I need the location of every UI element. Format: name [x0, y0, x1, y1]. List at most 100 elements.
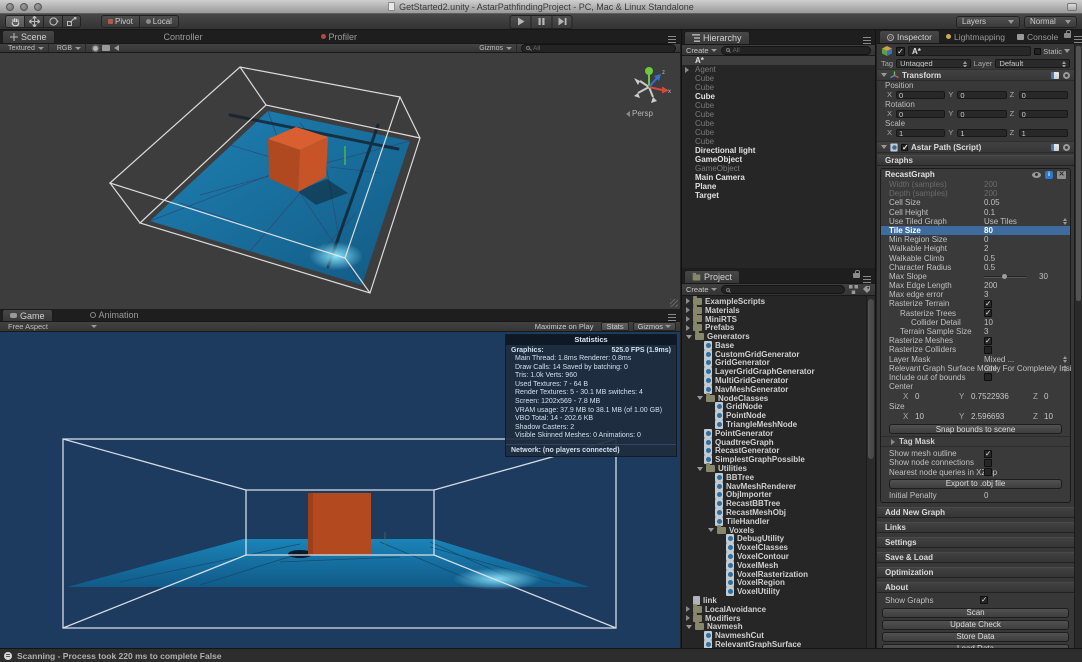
checkbox[interactable]: ✓ — [984, 337, 992, 345]
property-row[interactable]: Depth (samples)200 — [881, 189, 1070, 198]
expand-arrow-icon[interactable] — [686, 298, 690, 304]
section-header[interactable]: Save & Load — [877, 552, 1074, 563]
property-row[interactable]: Collider Detail10 — [881, 318, 1070, 327]
recastgraph-header[interactable]: RecastGraph i ✕ — [881, 169, 1070, 180]
project-item[interactable]: NavmeshCut — [682, 631, 875, 640]
project-item[interactable]: VoxelRasterization — [682, 570, 875, 579]
property-value[interactable]: 2 — [984, 244, 988, 253]
static-checkbox[interactable] — [1034, 48, 1041, 55]
graphs-section-header[interactable]: Graphs — [877, 155, 1074, 166]
scale-y-field[interactable]: 1 — [957, 129, 1006, 137]
tab-scene[interactable]: Scene — [2, 30, 55, 43]
property-row[interactable]: Layer MaskMixed ... — [881, 355, 1070, 364]
dropdown-arrows-icon[interactable] — [1063, 356, 1068, 363]
slider-thumb[interactable] — [1002, 274, 1007, 279]
hierarchy-item[interactable]: Cube — [682, 83, 875, 92]
hierarchy-item[interactable]: GameObject — [682, 155, 875, 164]
property-value[interactable]: 0.1 — [984, 208, 995, 217]
expand-arrow-icon[interactable] — [686, 307, 690, 313]
update-check-button[interactable]: Update Check — [882, 620, 1069, 630]
project-item[interactable]: Generators — [682, 332, 875, 341]
slider-row[interactable]: Max Slope30 — [881, 272, 1070, 281]
property-row[interactable]: Walkable Climb0.5 — [881, 254, 1070, 263]
property-value[interactable]: Mixed ... — [984, 355, 1014, 364]
property-value[interactable]: 0 — [984, 491, 988, 500]
audio-toggle-icon[interactable] — [114, 45, 119, 51]
scrollbar-thumb[interactable] — [1076, 46, 1081, 301]
property-row[interactable]: Show node connections — [881, 458, 1070, 467]
dropdown-arrows-icon[interactable] — [1063, 365, 1068, 372]
vector-fields[interactable]: X0Y0.7522936Z0 — [881, 392, 1070, 402]
scene-viewport-canvas[interactable]: x z Persp — [0, 53, 680, 309]
property-row[interactable]: Terrain Sample Size3 — [881, 327, 1070, 336]
lock-icon[interactable] — [853, 273, 860, 278]
project-item[interactable]: VoxelClasses — [682, 543, 875, 552]
hierarchy-item[interactable]: Cube — [682, 119, 875, 128]
property-row[interactable]: Max edge error3 — [881, 290, 1070, 299]
tab-console[interactable]: Console — [1011, 30, 1064, 43]
project-item[interactable]: VoxelMesh — [682, 561, 875, 570]
transform-header[interactable]: Transform — [877, 69, 1074, 81]
project-scrollbar[interactable] — [866, 296, 875, 648]
project-item[interactable]: LocalAvoidance — [682, 605, 875, 614]
checkbox[interactable] — [984, 468, 992, 476]
hierarchy-create-button[interactable]: Create — [686, 46, 717, 55]
hierarchy-item[interactable]: GameObject — [682, 164, 875, 173]
project-item[interactable]: VoxelContour — [682, 552, 875, 561]
section-header[interactable]: Settings — [877, 537, 1074, 548]
skybox-toggle-icon[interactable] — [102, 45, 110, 51]
hierarchy-item[interactable]: Cube — [682, 92, 875, 101]
scrollbar-thumb[interactable] — [868, 299, 874, 459]
axis-value[interactable]: 2.596693 — [971, 412, 1004, 422]
aspect-dropdown[interactable]: Free Aspect — [4, 322, 101, 331]
checkbox[interactable]: ✓ — [984, 450, 992, 458]
component-enabled-checkbox[interactable]: ✓ — [901, 144, 908, 151]
property-value[interactable]: 200 — [984, 189, 997, 198]
project-item[interactable]: TileHandler — [682, 517, 875, 526]
project-item[interactable]: MultiGridGenerator — [682, 376, 875, 385]
hierarchy-item[interactable]: Cube — [682, 110, 875, 119]
foldout-open-icon[interactable] — [881, 73, 887, 77]
name-field[interactable]: A* — [908, 46, 1031, 56]
scale-z-field[interactable]: 1 — [1019, 129, 1068, 137]
search-by-type-icon[interactable] — [849, 285, 858, 294]
expand-arrow-icon[interactable] — [686, 325, 690, 331]
action-button[interactable]: Snap bounds to scene — [889, 424, 1062, 434]
tab-lightmapping[interactable]: Lightmapping — [940, 30, 1011, 43]
collapse-arrow-icon[interactable] — [708, 528, 714, 532]
slider-value[interactable]: 30 — [1039, 272, 1048, 281]
hierarchy-item[interactable]: Agent — [682, 65, 875, 74]
color-mode-dropdown[interactable]: RGB — [53, 44, 86, 52]
game-viewport-canvas[interactable]: Statistics Graphics: 525.0 FPS (1.9ms) M… — [0, 332, 680, 648]
checkbox[interactable] — [984, 373, 992, 381]
store-data-button[interactable]: Store Data — [882, 632, 1069, 642]
property-row[interactable]: Rasterize Terrain✓ — [881, 299, 1070, 308]
play-button[interactable] — [510, 15, 531, 29]
position-z-field[interactable]: 0 — [1019, 91, 1068, 99]
pause-button[interactable] — [531, 15, 552, 29]
collapse-arrow-icon[interactable] — [697, 467, 703, 471]
section-header[interactable]: About — [877, 582, 1074, 593]
titlebar-widget-icon[interactable] — [1067, 3, 1077, 11]
scene-gizmos-dropdown[interactable]: Gizmos — [475, 44, 517, 52]
property-value[interactable]: 0.5 — [984, 263, 995, 272]
property-value[interactable]: Only For Completely Insi — [984, 364, 1072, 373]
project-item[interactable]: NodeClasses — [682, 394, 875, 403]
property-row[interactable]: Width (samples)200 — [881, 180, 1070, 189]
expand-arrow-icon[interactable] — [686, 606, 690, 612]
rotate-tool-button[interactable] — [43, 15, 62, 28]
property-value[interactable]: Use Tiles — [984, 217, 1017, 226]
axis-value[interactable]: 0 — [915, 392, 919, 402]
property-row[interactable]: Tile Size80 — [881, 226, 1070, 235]
project-item[interactable]: RecastBBTree — [682, 499, 875, 508]
lighting-toggle-icon[interactable] — [93, 46, 98, 51]
tab-animation[interactable]: Animation — [81, 308, 148, 321]
property-value[interactable]: 3 — [984, 327, 988, 336]
project-item[interactable]: PointGenerator — [682, 429, 875, 438]
checkbox[interactable] — [984, 459, 992, 467]
tab-profiler[interactable]: Profiler — [312, 30, 367, 43]
static-dropdown[interactable]: Static — [1034, 47, 1070, 56]
project-item[interactable]: Utilities — [682, 464, 875, 473]
property-row[interactable]: Max Edge Length200 — [881, 281, 1070, 290]
tab-controller[interactable]: Controller — [155, 30, 212, 43]
